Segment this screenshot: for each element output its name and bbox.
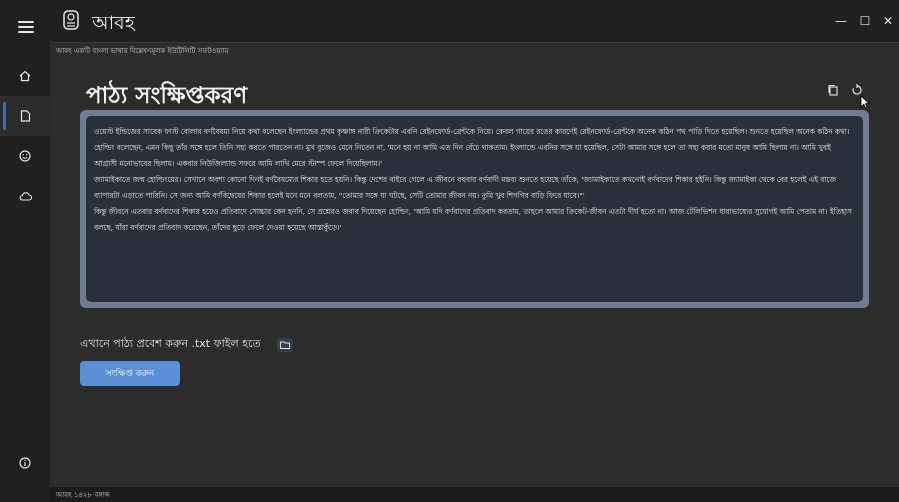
status-text: আবহ ১৪২৮ বঙ্গাব্দ [56,491,110,499]
minimize-button[interactable]: — [834,14,848,28]
folder-icon [279,341,290,349]
title-bar: আবহ — ☐ ✕ [0,0,899,42]
status-bar: আবহ ১৪২৮ বঙ্গাব্দ [50,487,899,502]
app-title: আবহ [92,12,135,34]
text-paragraph: কিন্তু জীবনে এতবার বর্ণবাদের শিকার হয়েও… [94,207,852,232]
text-paragraph: ওয়েস্ট ইন্ডিজের সাবেক ফাস্ট বোলার বর্ণব… [94,127,850,168]
document-icon [20,110,30,122]
nav-item-home[interactable] [0,56,50,96]
cloud-icon [19,192,32,201]
close-button[interactable]: ✕ [881,14,895,28]
hamburger-menu-icon[interactable] [18,21,34,33]
open-file-button[interactable] [276,337,293,352]
text-input-frame: ওয়েস্ট ইন্ডিজের সাবেক ফাস্ট বোলার বর্ণব… [80,110,869,308]
maximize-button[interactable]: ☐ [858,14,872,28]
mouse-cursor-icon [860,95,870,109]
nav-item-summarize[interactable] [0,96,50,136]
nav-item-sentiment[interactable] [0,136,50,176]
file-input-label: এখানে পাঠ্য প্রবেশ করুন .txt ফাইল হতে [80,337,261,350]
copy-icon[interactable] [826,83,840,97]
main-panel: আবহ একটি বাংলা ভাষার বিশ্লেষণমূলক ইউটিলি… [50,42,899,487]
info-icon [19,457,31,469]
nav-item-about[interactable] [0,443,50,483]
text-paragraph: জ্যামাইকাতে জন্ম হোল্ডিংয়ের। সেখানে অবশ… [94,175,836,200]
app-tagline: আবহ একটি বাংলা ভাষার বিশ্লেষণমূলক ইউটিলি… [56,47,229,55]
smile-icon [19,150,31,162]
file-input-row: এখানে পাঠ্য প্রবেশ করুন .txt ফাইল হতে [80,335,293,354]
app-logo-icon [63,10,79,30]
nav-item-wordcloud[interactable] [0,176,50,216]
side-navigation [0,42,50,502]
home-icon [19,70,31,82]
text-input-area[interactable]: ওয়েস্ট ইন্ডিজের সাবেক ফাস্ট বোলার বর্ণব… [86,116,863,302]
summarize-button[interactable]: সংক্ষিপ্ত করুন [80,361,180,386]
